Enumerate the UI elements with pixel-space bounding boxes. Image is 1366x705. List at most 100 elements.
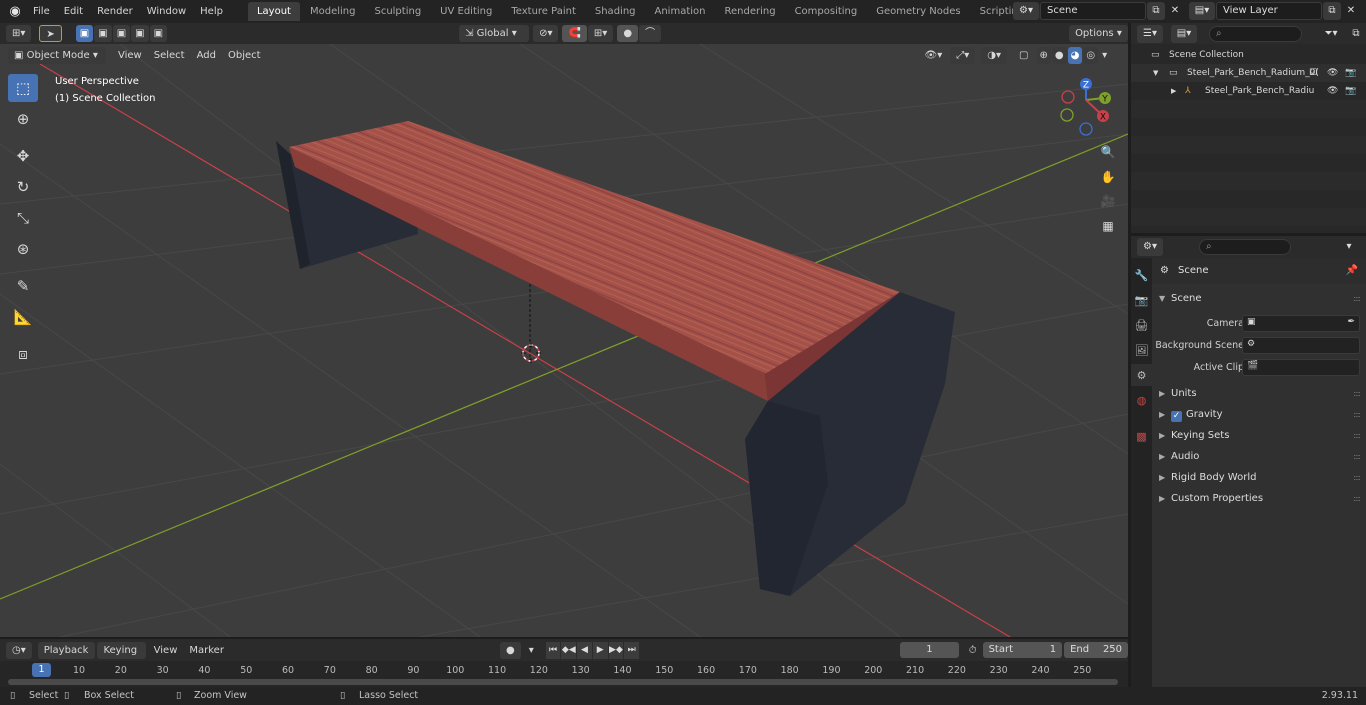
select-intersect-icon[interactable]: ▣: [149, 25, 168, 42]
tab-uv-editing[interactable]: UV Editing: [431, 2, 501, 21]
menu-select[interactable]: Select: [148, 47, 191, 64]
gravity-panel-header[interactable]: ▶ ✓ Gravity ::::: [1152, 405, 1366, 425]
render-tab-icon[interactable]: 📷: [1131, 289, 1152, 311]
3d-viewport[interactable]: Z Y X ▣ Object Mode ▾ View Select Add Ob…: [0, 44, 1128, 637]
tab-sculpting[interactable]: Sculpting: [365, 2, 430, 21]
shading-rendered-icon[interactable]: ◎: [1083, 46, 1099, 64]
drag-grip-icon[interactable]: ::::: [1353, 384, 1361, 404]
jump-start-icon[interactable]: ⏮: [545, 641, 561, 659]
drag-grip-icon[interactable]: ::::: [1353, 426, 1361, 446]
play-reverse-icon[interactable]: ◀: [577, 641, 592, 659]
timeline-area[interactable]: 1 10 20 30 40 50 60 70 80 90 100 110 120 130 140 150 16…: [0, 661, 1128, 687]
new-scene-icon[interactable]: ⧉: [1147, 2, 1165, 20]
properties-options-icon[interactable]: ▾: [1340, 238, 1358, 256]
gizmo-toggle-icon[interactable]: ⤢▾: [950, 46, 976, 64]
camera-view-icon[interactable]: 🎥: [1098, 191, 1118, 211]
menu-view[interactable]: View: [112, 47, 148, 64]
select-new-icon[interactable]: ▣: [75, 25, 94, 42]
keying-menu[interactable]: Keying ▾: [97, 641, 146, 673]
viewport-canvas[interactable]: Z Y X: [0, 44, 1128, 637]
expand-chevron-icon[interactable]: ▶: [1171, 82, 1176, 100]
bench-seat[interactable]: [289, 121, 900, 374]
tab-animation[interactable]: Animation: [646, 2, 715, 21]
display-mode-icon[interactable]: ▤▾: [1171, 25, 1197, 43]
transform-orientation-dropdown[interactable]: ⇲ Global ▾: [459, 25, 530, 42]
camera-field[interactable]: ▣ ✒: [1242, 315, 1360, 332]
timeline-view-menu[interactable]: View: [148, 642, 184, 659]
annotate-tool-icon[interactable]: ✎: [8, 272, 38, 300]
playhead-frame-indicator[interactable]: 1: [32, 663, 51, 677]
cursor-tool-icon[interactable]: ⊕: [8, 105, 38, 133]
outliner-row-scene-collection[interactable]: ▭ Scene Collection: [1131, 46, 1366, 64]
keying-options-icon[interactable]: ▾: [523, 642, 540, 659]
collapse-chevron-icon[interactable]: ▼: [1153, 64, 1158, 82]
select-box-tool-icon[interactable]: ⬚: [8, 74, 38, 102]
texture-tab-icon[interactable]: ▩: [1131, 425, 1152, 447]
custom-properties-panel-header[interactable]: ▶ Custom Properties ::::: [1152, 489, 1366, 509]
overlays-toggle-icon[interactable]: ◑▾: [981, 46, 1008, 64]
audio-panel-header[interactable]: ▶ Audio ::::: [1152, 447, 1366, 467]
shading-wireframe-icon[interactable]: ⊕: [1036, 46, 1051, 64]
tab-shading[interactable]: Shading: [586, 2, 645, 21]
zoom-icon[interactable]: 🔍: [1098, 142, 1118, 162]
output-tab-icon[interactable]: 🖨: [1131, 314, 1152, 336]
move-tool-icon[interactable]: ✥: [8, 142, 38, 170]
menu-file[interactable]: File: [26, 0, 57, 23]
tool-tab-icon[interactable]: 🔧: [1131, 264, 1152, 286]
ortho-grid-icon[interactable]: ▦: [1098, 216, 1118, 236]
editor-type-icon[interactable]: ⊞▾: [6, 25, 32, 42]
proportional-edit-icon[interactable]: ●: [617, 25, 639, 42]
outliner-search-input[interactable]: ⌕: [1209, 26, 1302, 42]
snap-toggle-icon[interactable]: 🧲: [562, 25, 587, 42]
outliner-row-bench-object[interactable]: ▶ ⅄ Steel_Park_Bench_Radiu 👁 📷: [1131, 82, 1366, 100]
menu-render[interactable]: Render: [90, 0, 140, 23]
tab-layout[interactable]: Layout: [247, 2, 300, 21]
drag-grip-icon[interactable]: ::::: [1353, 468, 1361, 488]
shading-material-icon[interactable]: ◕: [1067, 46, 1083, 64]
world-tab-icon[interactable]: ◍: [1131, 389, 1152, 411]
tab-texture-paint[interactable]: Texture Paint: [502, 2, 585, 21]
mode-dropdown[interactable]: ▣ Object Mode ▾: [8, 46, 106, 64]
menu-window[interactable]: Window: [140, 0, 193, 23]
snap-target-icon[interactable]: ⊞▾: [587, 25, 614, 42]
end-frame-field[interactable]: End 250: [1064, 642, 1129, 658]
tweak-tool-icon[interactable]: ➤: [39, 25, 62, 42]
view-layer-field[interactable]: View Layer: [1216, 2, 1322, 20]
gravity-checkbox[interactable]: ✓: [1171, 411, 1182, 422]
render-camera-icon[interactable]: 📷: [1345, 64, 1356, 82]
add-cube-tool-icon[interactable]: ⧈: [8, 340, 38, 368]
eyedropper-icon[interactable]: ✒: [1347, 317, 1355, 327]
timeline-editor-type-icon[interactable]: ◷▾: [6, 641, 32, 659]
eye-icon[interactable]: 👁: [1327, 82, 1338, 100]
jump-keyframe-forward-icon[interactable]: ▶◆: [608, 641, 624, 659]
outliner-row-bench-collection[interactable]: ▼ ▭ Steel_Park_Bench_Radium_0( ☑ 👁 📷: [1131, 64, 1366, 82]
proportional-falloff-icon[interactable]: ⌒: [639, 25, 662, 42]
units-panel-header[interactable]: ▶ Units ::::: [1152, 384, 1366, 404]
select-subtract-icon[interactable]: ▣: [112, 25, 131, 42]
timeline-scrollbar[interactable]: [8, 679, 1118, 685]
visibility-icon[interactable]: 👁▾: [919, 47, 949, 64]
menu-add[interactable]: Add: [191, 47, 222, 64]
view-layer-tab-icon[interactable]: 🖼: [1131, 339, 1152, 361]
shading-solid-icon[interactable]: ●: [1051, 46, 1067, 64]
include-checkbox-icon[interactable]: ☑: [1309, 64, 1317, 82]
rigid-body-world-panel-header[interactable]: ▶ Rigid Body World ::::: [1152, 468, 1366, 488]
measure-tool-icon[interactable]: 📐: [8, 303, 38, 331]
drag-grip-icon[interactable]: ::::: [1353, 289, 1361, 309]
drag-grip-icon[interactable]: ::::: [1353, 405, 1361, 425]
scene-tab-icon[interactable]: ⚙: [1131, 364, 1152, 386]
pan-hand-icon[interactable]: ✋: [1098, 167, 1118, 187]
shading-options-icon[interactable]: ▾: [1099, 47, 1110, 64]
select-extend-icon[interactable]: ▣: [94, 25, 112, 42]
menu-edit[interactable]: Edit: [57, 0, 90, 23]
start-frame-field[interactable]: Start 1: [982, 642, 1063, 658]
select-invert-icon[interactable]: ▣: [131, 25, 149, 42]
scene-panel-header[interactable]: ▼ Scene ::::: [1152, 289, 1366, 309]
menu-help[interactable]: Help: [193, 0, 230, 23]
pivot-point-icon[interactable]: ⊘▾: [533, 25, 559, 42]
current-frame-field[interactable]: 1: [900, 642, 959, 658]
tab-compositing[interactable]: Compositing: [786, 2, 867, 21]
auto-keying-icon[interactable]: ●: [499, 641, 521, 659]
xray-toggle-icon[interactable]: ▢: [1013, 47, 1034, 64]
background-scene-field[interactable]: ⚙: [1242, 337, 1360, 354]
